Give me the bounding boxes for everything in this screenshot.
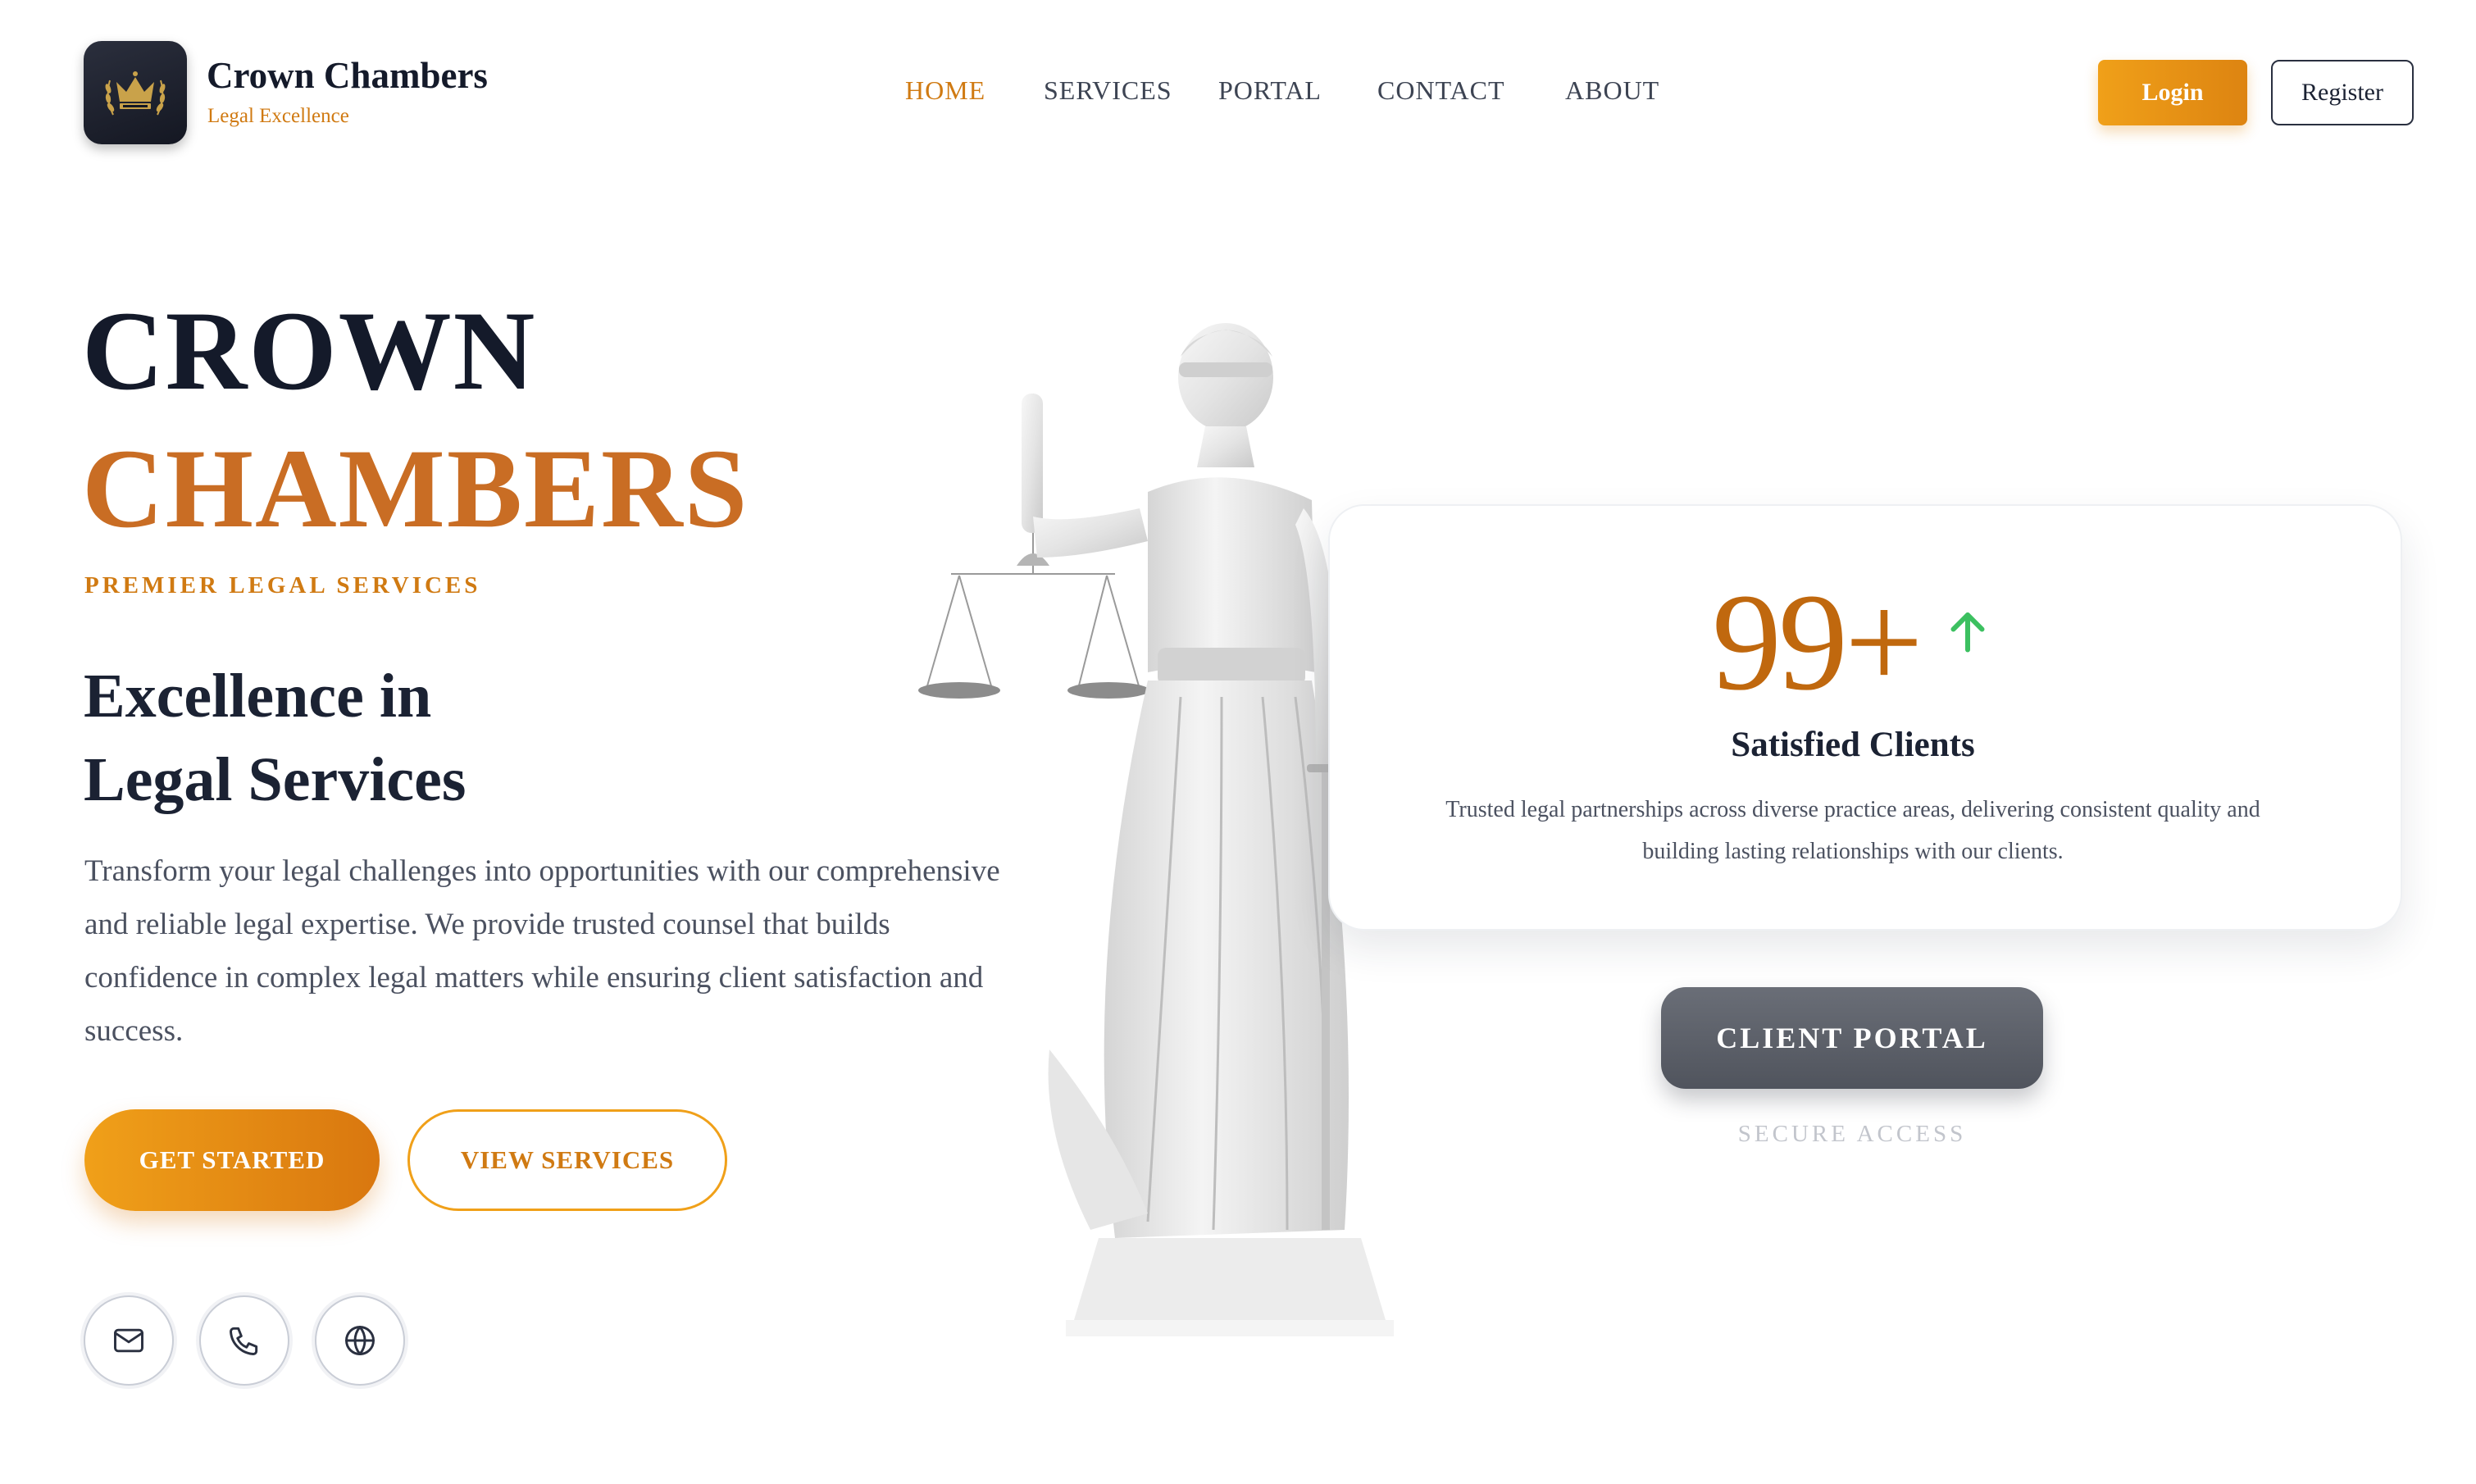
get-started-button[interactable]: GET STARTED	[84, 1109, 380, 1211]
email-contact-button[interactable]	[84, 1295, 174, 1386]
brand-tagline: Legal Excellence	[207, 105, 349, 127]
nav-portal[interactable]: PORTAL	[1218, 75, 1322, 106]
hero-title-line2: CHAMBERS	[82, 426, 749, 551]
globe-icon	[345, 1326, 375, 1355]
stat-description: Trusted legal partnerships across divers…	[1445, 797, 2260, 864]
hero-subtitle: Excellence in Legal Services	[84, 662, 467, 814]
website-contact-button[interactable]	[315, 1295, 405, 1386]
phone-contact-button[interactable]	[199, 1295, 289, 1386]
login-button[interactable]: Login	[2098, 60, 2247, 125]
secure-access-label: SECURE ACCESS	[1737, 1121, 1967, 1147]
view-services-button[interactable]: VIEW SERVICES	[407, 1109, 727, 1211]
client-portal-button[interactable]: CLIENT PORTAL	[1661, 987, 2043, 1089]
stat-value: 99+	[1712, 565, 1923, 719]
nav-about[interactable]: ABOUT	[1565, 75, 1659, 106]
mail-icon	[114, 1328, 143, 1353]
hero-description: Transform your legal challenges into opp…	[84, 854, 1000, 1048]
hero-eyebrow: PREMIER LEGAL SERVICES	[84, 572, 481, 599]
phone-icon	[230, 1327, 258, 1355]
arrow-up-icon	[1950, 612, 1985, 653]
nav-contact[interactable]: CONTACT	[1377, 75, 1505, 106]
nav-home[interactable]: HOME	[905, 75, 985, 106]
register-button[interactable]: Register	[2271, 60, 2414, 125]
nav-services[interactable]: SERVICES	[1044, 75, 1172, 106]
hero-title-line1: CROWN	[82, 288, 537, 413]
stat-label: Satisfied Clients	[1731, 726, 1975, 764]
